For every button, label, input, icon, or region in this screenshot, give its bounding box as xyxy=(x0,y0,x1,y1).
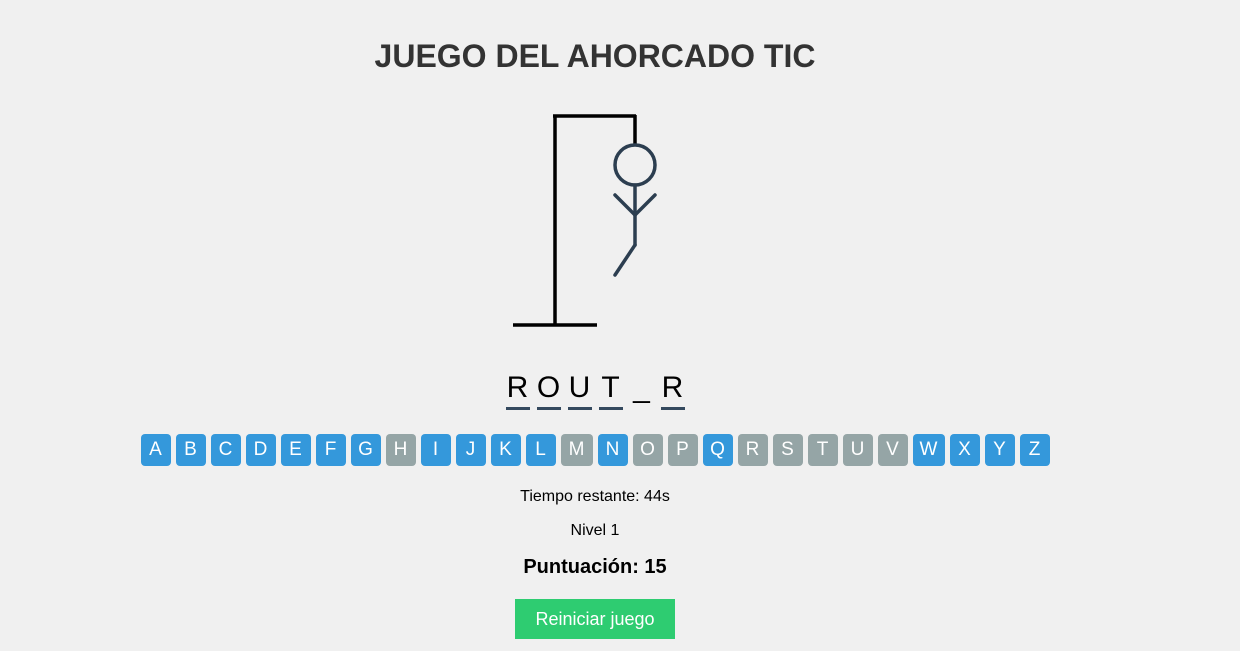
figure-head xyxy=(613,143,657,187)
game-page: JUEGO DEL AHORCADO TIC R O U T _ R ABCDEFGHIJ… xyxy=(0,0,1240,651)
word-display: R O U T _ R xyxy=(0,370,1190,410)
letter-key-l[interactable]: L xyxy=(525,434,556,466)
letter-key-h[interactable]: H xyxy=(385,434,416,466)
word-letter-slot: T xyxy=(597,370,625,410)
letter-keyboard: ABCDEFGHIJKLMNOPQRSTUVWXYZ xyxy=(0,434,1190,466)
letter-key-c[interactable]: C xyxy=(210,434,241,466)
letter-key-k[interactable]: K xyxy=(490,434,521,466)
letter-key-q[interactable]: Q xyxy=(702,434,733,466)
letter-key-o[interactable]: O xyxy=(632,434,663,466)
letter-key-y[interactable]: Y xyxy=(984,434,1015,466)
time-remaining: Tiempo restante: 44s xyxy=(520,488,670,505)
page-title: JUEGO DEL AHORCADO TIC xyxy=(374,38,816,74)
score-display: Puntuación: 15 xyxy=(523,556,667,578)
word-letter-slot: U xyxy=(566,370,594,410)
letter-key-m[interactable]: M xyxy=(560,434,593,466)
letter-key-p[interactable]: P xyxy=(667,434,698,466)
letter-key-z[interactable]: Z xyxy=(1019,434,1050,466)
hangman-drawing xyxy=(513,114,657,327)
letter-key-f[interactable]: F xyxy=(315,434,346,466)
letter-key-r[interactable]: R xyxy=(737,434,768,466)
figure-left-leg xyxy=(613,243,637,277)
restart-button[interactable]: Reiniciar juego xyxy=(515,599,675,639)
word-letter-slot: O xyxy=(535,370,563,410)
letter-key-w[interactable]: W xyxy=(912,434,945,466)
word-letter-slot: R xyxy=(504,370,532,410)
figure-left-arm xyxy=(613,193,637,217)
letter-key-g[interactable]: G xyxy=(350,434,381,466)
letter-key-b[interactable]: B xyxy=(175,434,206,466)
letter-key-x[interactable]: X xyxy=(949,434,980,466)
letter-key-j[interactable]: J xyxy=(455,434,486,466)
level-indicator: Nivel 1 xyxy=(570,522,620,539)
letter-key-s[interactable]: S xyxy=(772,434,803,466)
letter-key-n[interactable]: N xyxy=(597,434,628,466)
letter-key-e[interactable]: E xyxy=(280,434,311,466)
figure-right-arm xyxy=(633,193,657,217)
letter-key-a[interactable]: A xyxy=(140,434,171,466)
word-letter-slot: _ xyxy=(633,371,650,404)
letter-key-t[interactable]: T xyxy=(807,434,838,466)
letter-key-v[interactable]: V xyxy=(877,434,908,466)
letter-key-d[interactable]: D xyxy=(245,434,276,466)
word-letter-slot: R xyxy=(659,370,687,410)
letter-key-u[interactable]: U xyxy=(842,434,873,466)
gallows-structure xyxy=(513,114,637,327)
hangman-figure xyxy=(613,143,657,277)
letter-key-i[interactable]: I xyxy=(420,434,451,466)
